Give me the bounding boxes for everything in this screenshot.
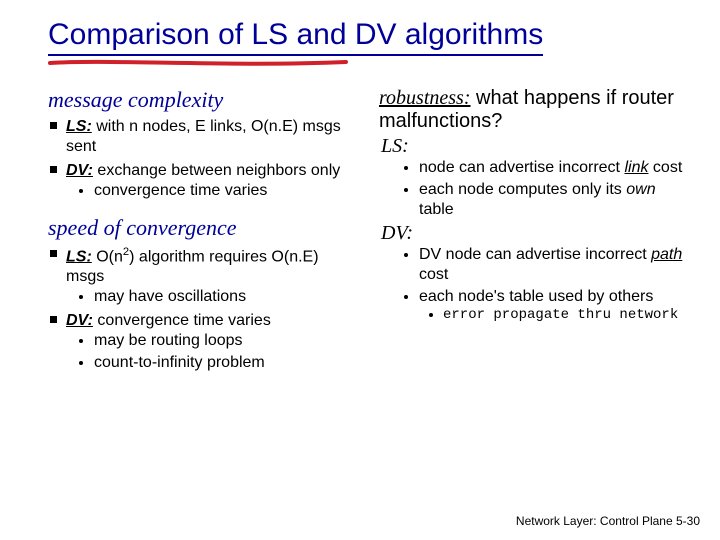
- text: cost: [419, 266, 448, 283]
- columns: message complexity LS: with n nodes, E l…: [48, 87, 692, 377]
- text: convergence time varies: [93, 312, 271, 329]
- emph-link: link: [624, 159, 648, 176]
- list-item: node can advertise incorrect link cost: [419, 158, 692, 178]
- list-item: each node computes only its own table: [419, 180, 692, 220]
- heading-message-complexity: message complexity: [48, 87, 361, 113]
- heading-robustness: robustness: what happens if router malfu…: [379, 87, 692, 133]
- red-underline: [48, 58, 348, 63]
- heading-speed-convergence: speed of convergence: [48, 215, 361, 241]
- list-item: each node's table used by others error p…: [419, 287, 692, 325]
- list-item: error propagate thru network: [443, 307, 692, 325]
- list-message-complexity: LS: with n nodes, E links, O(n.E) msgs s…: [48, 117, 361, 201]
- text: with n nodes, E links, O(n.E) msgs sent: [66, 118, 341, 155]
- dv-label: DV:: [66, 162, 93, 179]
- ls-section-label: LS:: [381, 135, 692, 158]
- list-item: DV: convergence time varies may be routi…: [66, 311, 361, 373]
- ls-label: LS:: [66, 118, 92, 135]
- emph-path: path: [651, 246, 682, 263]
- list-speed-convergence: LS: O(n2) algorithm requires O(n.E) msgs…: [48, 245, 361, 373]
- list-robustness-ls: node can advertise incorrect link cost e…: [379, 158, 692, 220]
- text: each node computes only its: [419, 181, 626, 198]
- text: DV node can advertise incorrect: [419, 246, 651, 263]
- right-column: robustness: what happens if router malfu…: [379, 87, 692, 377]
- text: O(n: [92, 248, 123, 265]
- text: each node's table used by others: [419, 288, 653, 305]
- text: table: [419, 201, 454, 218]
- marker-stroke-icon: [48, 58, 348, 68]
- list-item: DV node can advertise incorrect path cos…: [419, 245, 692, 285]
- slide-footer: Network Layer: Control Plane 5-30: [516, 514, 700, 528]
- text: cost: [648, 159, 682, 176]
- emph-own: own: [626, 181, 655, 198]
- left-column: message complexity LS: with n nodes, E l…: [48, 87, 361, 377]
- list-item: LS: O(n2) algorithm requires O(n.E) msgs…: [66, 245, 361, 307]
- list-item: DV: exchange between neighbors only conv…: [66, 161, 361, 201]
- text: exchange between neighbors only: [93, 162, 340, 179]
- text: node can advertise incorrect: [419, 159, 624, 176]
- robustness-label: robustness:: [379, 87, 470, 109]
- dv-label: DV:: [66, 312, 93, 329]
- list-item: may be routing loops: [94, 331, 361, 351]
- list-item: convergence time varies: [94, 181, 361, 201]
- dv-section-label: DV:: [381, 222, 692, 245]
- ls-label: LS:: [66, 248, 92, 265]
- list-robustness-dv: DV node can advertise incorrect path cos…: [379, 245, 692, 325]
- slide-title: Comparison of LS and DV algorithms: [48, 18, 543, 56]
- list-item: LS: with n nodes, E links, O(n.E) msgs s…: [66, 117, 361, 157]
- list-item: may have oscillations: [94, 287, 361, 307]
- list-item: count-to-infinity problem: [94, 353, 361, 373]
